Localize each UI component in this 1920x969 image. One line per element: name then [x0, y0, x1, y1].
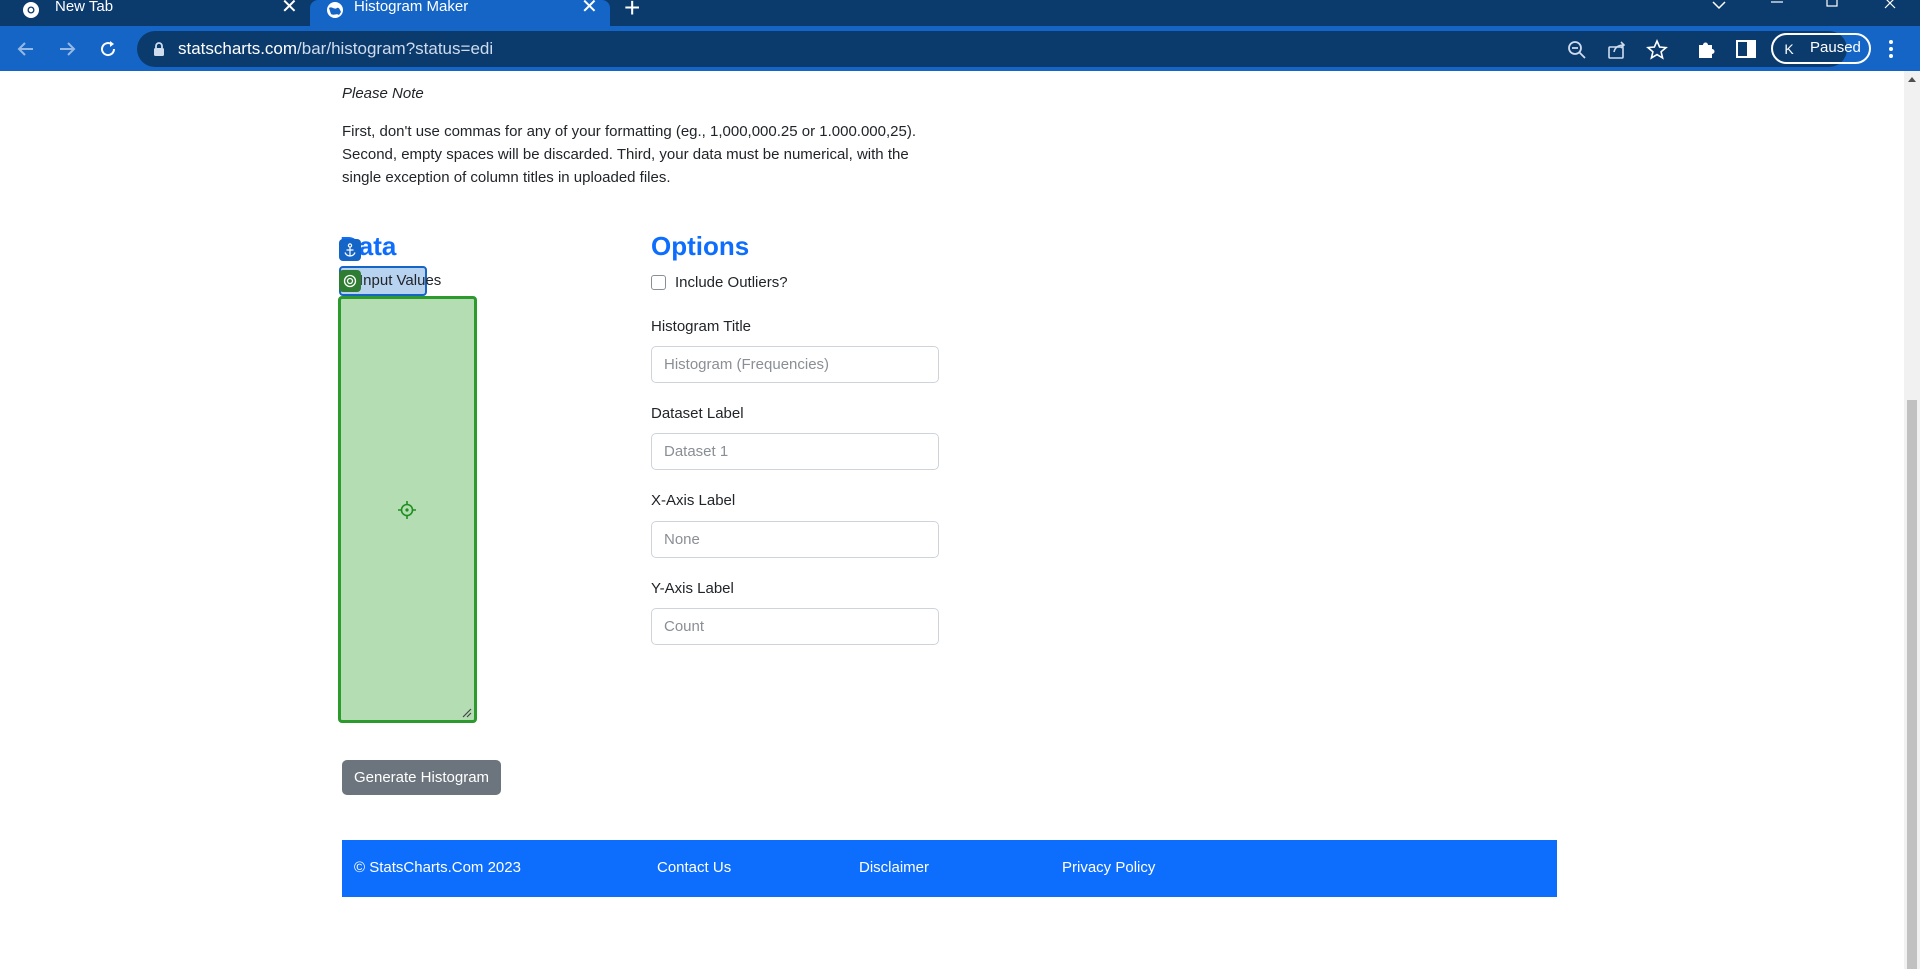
- tab-title: Histogram Maker: [354, 0, 469, 15]
- footer-copyright: © StatsCharts.Com 2023: [354, 859, 521, 876]
- tab-title: New Tab: [55, 0, 114, 15]
- x-axis-label-input[interactable]: [651, 521, 939, 558]
- input-values-label-text: Input Values: [359, 272, 442, 289]
- side-panel-icon[interactable]: [1735, 38, 1757, 60]
- page-content: Please Note First, don't use commas for …: [0, 71, 1904, 969]
- dataset-label-input[interactable]: [651, 433, 939, 470]
- tab-histogram-maker[interactable]: Histogram Maker ✕: [310, 0, 610, 26]
- footer-link-disclaimer[interactable]: Disclaimer: [859, 859, 929, 876]
- options-heading: Options: [651, 231, 750, 261]
- back-button[interactable]: [13, 36, 39, 62]
- profile-status: Paused: [1810, 39, 1861, 56]
- scrollbar-thumb[interactable]: [1907, 400, 1917, 969]
- browser-tab-strip: New Tab ✕ Histogram Maker ✕ +: [0, 0, 1920, 26]
- close-tab-icon[interactable]: ✕: [581, 0, 598, 18]
- close-tab-icon[interactable]: ✕: [281, 0, 298, 18]
- footer: © StatsCharts.Com 2023 Contact Us Discla…: [342, 840, 1557, 897]
- share-icon[interactable]: [1606, 39, 1628, 61]
- globe-icon: [327, 2, 343, 18]
- extensions-puzzle-icon[interactable]: [1695, 38, 1717, 60]
- restore-window-icon[interactable]: [1826, 0, 1840, 10]
- anchor-icon: [339, 239, 361, 261]
- footer-link-contact[interactable]: Contact Us: [657, 859, 731, 876]
- include-outliers-label[interactable]: Include Outliers?: [675, 274, 788, 291]
- minimize-window-icon[interactable]: [1770, 0, 1784, 10]
- tab-search-chevron-icon[interactable]: [1712, 0, 1726, 10]
- reload-button[interactable]: [95, 36, 121, 62]
- url-text[interactable]: statscharts.com/bar/histogram?status=edi: [178, 39, 493, 59]
- bookmark-star-icon[interactable]: [1646, 39, 1668, 61]
- footer-link-privacy[interactable]: Privacy Policy: [1062, 859, 1155, 876]
- note-title: Please Note: [342, 85, 424, 102]
- reload-icon: [101, 41, 116, 57]
- histogram-title-input[interactable]: [651, 346, 939, 383]
- note-body: First, don't use commas for any of your …: [342, 123, 917, 186]
- include-outliers-checkbox[interactable]: [651, 275, 666, 290]
- page-scrollbar[interactable]: [1904, 71, 1920, 969]
- tab-new-tab[interactable]: New Tab ✕: [0, 0, 310, 26]
- close-window-icon[interactable]: [1884, 0, 1898, 10]
- resize-grip-icon[interactable]: [460, 706, 472, 718]
- more-menu-icon[interactable]: [1886, 38, 1896, 60]
- avatar: K: [1778, 38, 1800, 60]
- browser-toolbar: statscharts.com/bar/histogram?status=edi…: [0, 26, 1920, 71]
- arrow-left-icon: [17, 42, 33, 56]
- dataset-label-label: Dataset Label: [651, 405, 744, 422]
- target-icon: [339, 270, 361, 292]
- y-axis-label-label: Y-Axis Label: [651, 580, 734, 597]
- lock-icon[interactable]: [151, 41, 167, 57]
- generate-histogram-button[interactable]: Generate Histogram: [342, 760, 501, 795]
- chrome-icon: [23, 2, 39, 18]
- zoom-out-icon[interactable]: [1566, 39, 1588, 61]
- include-outliers-row[interactable]: Include Outliers?: [651, 274, 788, 291]
- crosshair-icon: [398, 501, 416, 519]
- forward-button[interactable]: [54, 36, 80, 62]
- scroll-up-arrow-icon[interactable]: [1908, 77, 1916, 82]
- url-path: /bar/histogram?status=edi: [297, 39, 494, 58]
- input-values-textarea[interactable]: [338, 296, 477, 723]
- arrow-right-icon: [60, 42, 76, 56]
- url-host: statscharts.com: [178, 39, 298, 58]
- histogram-title-label: Histogram Title: [651, 318, 752, 335]
- address-bar[interactable]: statscharts.com/bar/histogram?status=edi: [137, 31, 1847, 67]
- y-axis-label-input[interactable]: [651, 608, 939, 645]
- profile-button[interactable]: K Paused: [1771, 33, 1871, 64]
- x-axis-label-label: X-Axis Label: [651, 492, 736, 509]
- new-tab-button[interactable]: +: [624, 0, 640, 22]
